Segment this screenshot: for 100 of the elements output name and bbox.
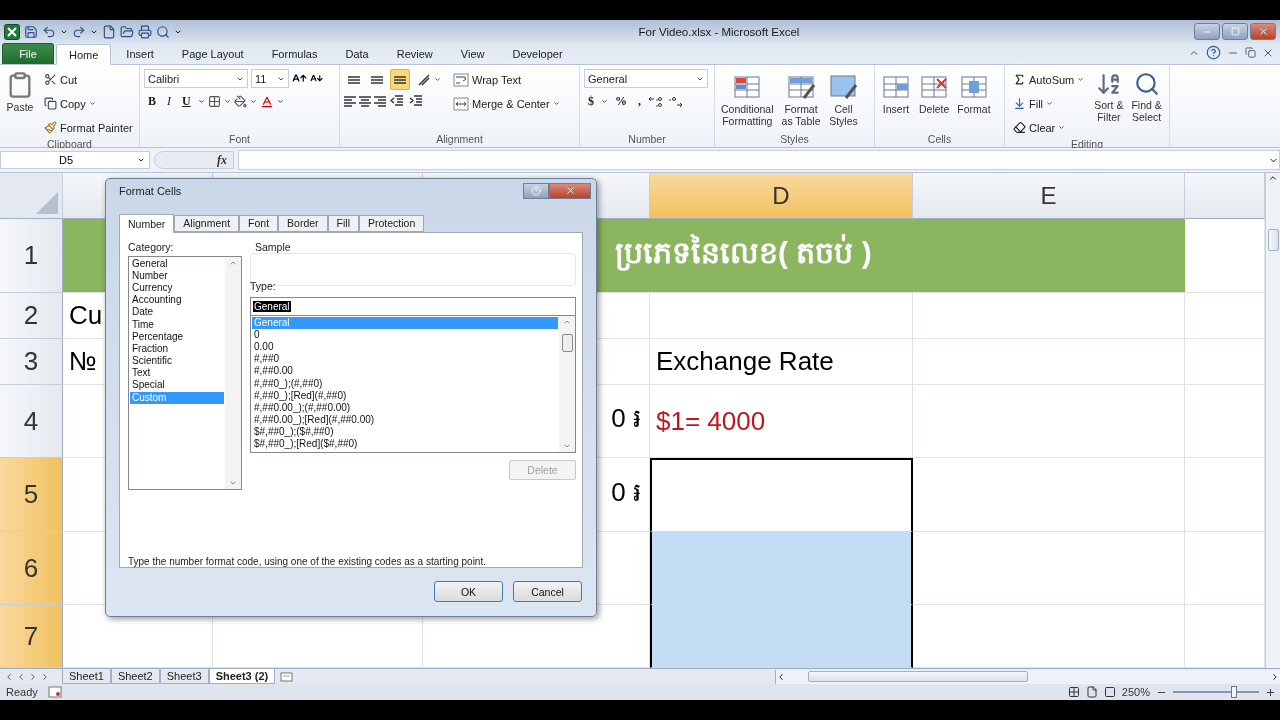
cancel-button[interactable]: Cancel [513, 581, 582, 603]
page-layout-icon[interactable] [1085, 686, 1098, 698]
list-item[interactable]: Number [130, 269, 224, 282]
folder-icon[interactable] [120, 24, 134, 39]
font-family-dropdown[interactable]: Calibri [144, 69, 248, 88]
scroll-left-icon[interactable] [776, 671, 786, 682]
save-icon[interactable] [24, 24, 38, 39]
selected-cell[interactable] [650, 532, 913, 605]
list-item[interactable]: Special [130, 379, 224, 392]
list-item[interactable]: Fraction [130, 342, 224, 356]
minimize-button[interactable] [1194, 23, 1220, 40]
formula-input[interactable] [238, 150, 1280, 170]
list-item[interactable]: #,##0.00_);(#,##0.00) [252, 401, 558, 415]
wrap-text-button[interactable]: Wrap Text [449, 69, 564, 90]
dialog-tab[interactable]: Border [278, 214, 328, 232]
new-file-icon[interactable] [102, 24, 116, 39]
help-button[interactable] [523, 182, 549, 199]
macro-record-icon[interactable] [47, 686, 62, 698]
fill-button[interactable]: Fill [1009, 93, 1089, 114]
list-item[interactable]: #,##0.00_);[Red](#,##0.00) [252, 414, 558, 427]
scroll-up-icon[interactable] [1268, 173, 1278, 183]
ribbon-tab[interactable]: Formulas [258, 43, 331, 64]
styles-button[interactable]: Format as Table [779, 69, 823, 133]
number-format-dropdown[interactable]: General [584, 69, 708, 88]
clear-button[interactable]: Clear [1009, 117, 1089, 138]
restore-icon[interactable] [1245, 47, 1256, 58]
column-header[interactable]: E [913, 173, 1185, 219]
styles-button[interactable]: Conditional Formatting [719, 69, 776, 133]
dialog-tab[interactable]: Font [239, 214, 279, 232]
list-item[interactable]: #,##0 [252, 353, 558, 366]
copy-button[interactable]: Copy [40, 93, 137, 114]
list-item[interactable]: General [130, 257, 224, 270]
find-select-button[interactable]: Find & Select [1129, 69, 1164, 138]
merge-center-button[interactable]: Merge & Center [449, 93, 564, 114]
ribbon-tab[interactable]: File [2, 43, 54, 64]
list-item[interactable]: Text [130, 367, 224, 380]
next-sheet-icon[interactable] [28, 671, 38, 682]
redo-icon[interactable] [72, 24, 86, 39]
zoom-level[interactable]: 250% [1121, 686, 1150, 698]
ribbon-tab[interactable]: Insert [113, 43, 167, 64]
list-item[interactable]: Percentage [130, 330, 224, 343]
restore-button[interactable] [1222, 23, 1248, 40]
list-item[interactable]: $#,##0_);[Red]($#,##0) [252, 438, 558, 451]
autosum-button[interactable]: AutoSum [1009, 69, 1089, 90]
name-box[interactable]: D5 [0, 151, 150, 169]
scroll-right-icon[interactable] [1270, 671, 1280, 682]
dialog-tab[interactable]: Number [119, 213, 175, 233]
list-item[interactable]: Scientific [130, 355, 224, 368]
zoom-thumb[interactable] [1230, 686, 1237, 698]
ribbon-tab[interactable]: Developer [499, 43, 576, 64]
ribbon-tab[interactable]: Review [383, 43, 446, 64]
ribbon-tab[interactable]: Data [332, 43, 382, 64]
ok-button[interactable]: OK [434, 581, 503, 603]
type-list[interactable]: General 0 0.00 #,##0 #,##0.00 #,##0_);(#,##0) #,##0_);[Red](#,##0) #,##0.00_);(#,##0.00) #,##0.00_);[Red](#,##0.00) $#,##0_);($#,##0) $#,##0_);[Red]($#,##0) [250, 315, 576, 453]
sheet-tab[interactable]: Sheet2 [110, 669, 160, 684]
list-item[interactable]: Date [130, 306, 224, 319]
sheet-tab[interactable]: Sheet3 (2) [208, 669, 276, 684]
scrollbar-thumb[interactable] [1267, 229, 1279, 251]
undo-icon[interactable] [42, 24, 56, 39]
last-sheet-icon[interactable] [40, 671, 50, 682]
font-color-icon[interactable] [259, 94, 274, 109]
list-item[interactable]: #,##0_);(#,##0) [252, 377, 558, 390]
list-item[interactable]: #,##0.00 [252, 365, 558, 378]
row-header[interactable]: 6 [0, 532, 63, 605]
vertical-align-button[interactable] [390, 69, 410, 90]
row-header[interactable]: 4 [0, 385, 63, 458]
format-painter-button[interactable]: Format Painter [40, 117, 137, 138]
search-icon[interactable] [156, 24, 170, 39]
previous-sheet-icon[interactable] [16, 671, 26, 682]
decrease-indent-icon[interactable] [389, 93, 405, 109]
currency-button[interactable]: $ [584, 91, 598, 112]
percent-button[interactable]: % [611, 91, 631, 112]
first-sheet-icon[interactable] [4, 671, 14, 682]
scrollbar-thumb[interactable] [561, 333, 573, 352]
list-item[interactable]: Time [130, 318, 224, 331]
row-header[interactable]: 5 [0, 458, 63, 532]
ribbon-tab[interactable]: Page Layout [168, 43, 257, 64]
scrollbar-thumb[interactable] [808, 671, 1028, 682]
ribbon-tab[interactable]: View [447, 43, 498, 64]
increase-decimal-icon[interactable] [648, 94, 664, 109]
selected-cell[interactable] [650, 605, 913, 668]
sheet-tab[interactable]: Sheet3 [159, 669, 209, 684]
increase-indent-icon[interactable] [408, 93, 424, 109]
zoom-in-icon[interactable] [1265, 686, 1276, 698]
insert-function-button[interactable]: fx [154, 151, 234, 169]
list-item[interactable]: 0 [252, 328, 558, 341]
list-item[interactable]: $#,##0_);($#,##0) [252, 426, 558, 439]
cells-button[interactable]: Format [955, 69, 993, 133]
category-list[interactable]: General Number Currency Accounting Date Time Percentage Fraction Scientific Text Special Custom [128, 255, 242, 490]
styles-button[interactable]: Cell Styles [826, 69, 861, 133]
cut-button[interactable]: Cut [40, 69, 137, 90]
list-item[interactable]: Accounting [130, 294, 224, 307]
help-icon[interactable] [1206, 45, 1221, 60]
selected-cell[interactable] [650, 458, 913, 532]
row-header[interactable]: 1 [0, 219, 63, 293]
bold-button[interactable]: B [144, 91, 160, 112]
paste-button[interactable]: Paste [4, 69, 36, 138]
row-header[interactable]: 7 [0, 605, 63, 668]
close-button[interactable] [549, 182, 591, 199]
sheet-tab[interactable]: Sheet1 [62, 669, 111, 684]
